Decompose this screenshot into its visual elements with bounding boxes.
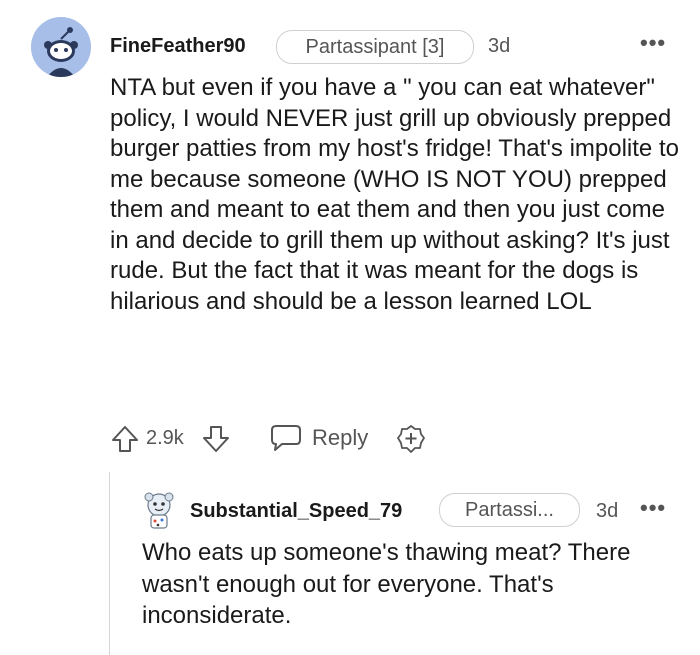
- timestamp[interactable]: 3d: [488, 35, 510, 58]
- thread-line[interactable]: [109, 472, 110, 655]
- downvote-icon[interactable]: [201, 424, 231, 454]
- user-flair: Partassipant [3]: [276, 30, 474, 64]
- user-flair: Partassi...: [439, 493, 580, 527]
- timestamp[interactable]: 3d: [596, 500, 618, 523]
- award-icon[interactable]: [396, 424, 426, 454]
- reply-label: Reply: [312, 425, 369, 450]
- comment-thread: FineFeather90 Partassipant [3] 3d ••• NT…: [0, 0, 700, 655]
- reply-button[interactable]: Reply: [270, 420, 382, 456]
- upvote-icon[interactable]: [110, 424, 140, 454]
- comment-body: Who eats up someone's thawing meat? Ther…: [142, 539, 631, 629]
- username[interactable]: FineFeather90: [110, 35, 246, 58]
- snoo-avatar-icon: [144, 492, 174, 529]
- avatar[interactable]: [140, 491, 178, 531]
- snoo-avatar-icon: [31, 17, 91, 77]
- more-options-icon[interactable]: •••: [640, 32, 666, 54]
- avatar[interactable]: [31, 17, 91, 77]
- comment-body: NTA but even if you have a " you can eat…: [110, 74, 679, 315]
- username[interactable]: Substantial_Speed_79: [190, 500, 402, 523]
- speech-bubble-icon: [270, 424, 302, 452]
- vote-score: 2.9k: [146, 427, 184, 449]
- more-options-icon[interactable]: •••: [640, 497, 666, 519]
